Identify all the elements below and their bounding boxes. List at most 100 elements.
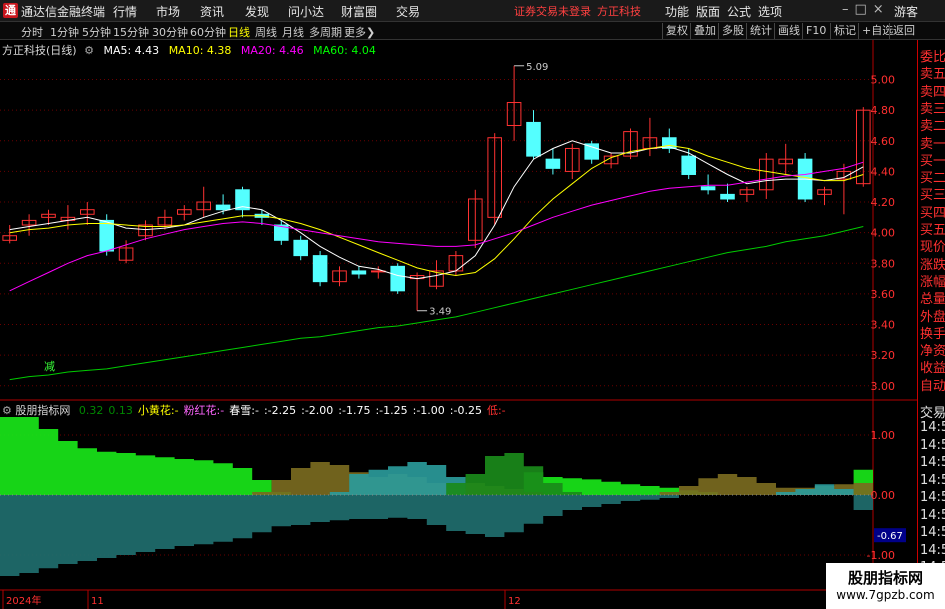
indicator-value: 小黄花:-	[137, 404, 179, 417]
period-30min[interactable]: 30分钟	[152, 24, 188, 40]
side-item[interactable]: 买二	[920, 167, 945, 186]
side-item[interactable]: 涨跌	[920, 254, 945, 273]
tool-f10[interactable]: F10	[802, 23, 829, 39]
side-item[interactable]: 卖五	[920, 63, 945, 82]
period-5min[interactable]: 5分钟	[82, 24, 111, 40]
menu-quotes[interactable]: 行情	[113, 3, 137, 20]
settings-icon[interactable]: ⚙	[2, 404, 12, 417]
tool-overlay[interactable]: 叠加	[690, 23, 719, 39]
period-multi[interactable]: 多周期	[309, 24, 342, 40]
side-item[interactable]: 总量	[920, 288, 945, 307]
side-item[interactable]: 卖二	[920, 115, 945, 134]
price-tick-label: 3.20	[871, 349, 896, 362]
indicator-tick-label: -1.00	[867, 549, 895, 562]
menu-options[interactable]: 选项	[758, 3, 782, 20]
indicator-value: :-1.75	[338, 404, 371, 417]
side-item[interactable]: 涨幅	[920, 271, 945, 290]
indicator-value: :-1.00	[412, 404, 445, 417]
minimize-icon[interactable]: –	[842, 2, 849, 17]
indicator-name: 股朋指标网	[15, 404, 71, 417]
close-icon[interactable]: ×	[873, 2, 884, 17]
side-item[interactable]: 14:56	[920, 455, 945, 470]
side-item[interactable]: 净资	[920, 340, 945, 359]
maximize-icon[interactable]: □	[855, 2, 867, 17]
menu-assistant[interactable]: 问小达	[288, 3, 324, 20]
indicator-value: :-1.25	[375, 404, 408, 417]
side-item[interactable]: 14:56	[920, 543, 945, 558]
quote-side-panel: 委比 卖五 卖四 卖三 卖二 卖一 买一 买二 买三 买四 买五 现价 涨跌 涨幅 总量 外盘 换手 净资 收益 自动…	[917, 40, 945, 609]
candle-body	[351, 270, 367, 275]
period-15min[interactable]: 15分钟	[113, 24, 149, 40]
candle-body	[681, 155, 696, 175]
side-item[interactable]: 14:56	[920, 473, 945, 488]
candle-body	[312, 255, 328, 283]
side-item[interactable]: 卖三	[920, 98, 945, 117]
settings-icon[interactable]: ⚙	[84, 44, 94, 57]
watermark-title: 股朋指标网	[847, 569, 923, 587]
indicator-value: 粉红花:-	[183, 404, 225, 417]
ma60-label: MA60: 4.04	[313, 44, 376, 57]
indicator-area-teal-bottom	[0, 495, 873, 576]
watermark: 股朋指标网 www.7gpzb.com	[826, 563, 945, 609]
tool-back[interactable]: 返回	[889, 23, 918, 39]
indicator-header: ⚙ 股朋指标网 0.32 0.13 小黄花:- 粉红花:- 春雪:-:-2.25:-2.…	[2, 402, 506, 418]
period-monthly[interactable]: 月线	[282, 24, 304, 40]
side-item[interactable]: 自动	[920, 375, 945, 394]
candle-body	[545, 158, 561, 169]
side-item[interactable]: 14:56	[920, 508, 945, 523]
side-item[interactable]: 买四	[920, 202, 945, 221]
indicator-value: :-2.25	[263, 404, 297, 417]
ma-line-ma10	[9, 144, 864, 277]
candle-body	[293, 239, 308, 257]
indicator-values: 0.32 0.13 小黄花:- 粉红花:- 春雪:-:-2.25:-2.00:-1.75…	[74, 404, 506, 417]
period-60min[interactable]: 60分钟	[190, 24, 226, 40]
period-daily[interactable]: 日线	[228, 24, 250, 40]
tool-stats[interactable]: 统计	[746, 23, 775, 39]
tool-mark[interactable]: 标记	[830, 23, 859, 39]
side-item[interactable]: 收益	[920, 357, 945, 376]
menu-formula[interactable]: 公式	[727, 3, 751, 20]
side-item[interactable]: 买五	[920, 219, 945, 238]
side-item[interactable]: 交易	[920, 402, 945, 421]
menu-trade[interactable]: 交易	[396, 3, 420, 20]
tool-adjust[interactable]: 复权	[662, 23, 691, 39]
indicator-value: 春雪:-	[229, 404, 259, 417]
side-item[interactable]: 买一	[920, 150, 945, 169]
side-item[interactable]: 外盘	[920, 306, 945, 325]
menu-function[interactable]: 功能	[665, 3, 689, 20]
side-item[interactable]: 换手	[920, 323, 945, 342]
chart-canvas[interactable]: 5.09 3.49 减 5.00 4.80 4.60 4.40 4.20 4.00 3.80 3.…	[0, 40, 917, 609]
side-item[interactable]: 14:56	[920, 490, 945, 505]
menu-layout[interactable]: 版面	[696, 3, 720, 20]
side-item[interactable]: 买三	[920, 184, 945, 203]
side-item[interactable]: 14:56	[920, 525, 945, 540]
login-notice[interactable]: 证券交易未登录 方正科技	[514, 3, 641, 19]
side-item[interactable]: 现价	[920, 236, 945, 255]
watermark-url: www.7gpzb.com	[836, 588, 935, 602]
indicator-value: 0.13	[108, 404, 133, 417]
current-value-label: -0.67	[877, 531, 903, 542]
side-item[interactable]: 卖一	[920, 133, 945, 152]
price-tick-label: 3.40	[871, 319, 896, 332]
price-pane: 5.09 3.49 减	[2, 62, 871, 381]
indicator-pane	[0, 417, 873, 576]
period-more[interactable]: 更多❯	[344, 24, 375, 40]
side-item[interactable]: 委比	[920, 46, 945, 65]
ma10-label: MA10: 4.38	[168, 44, 232, 57]
menu-discover[interactable]: 发现	[245, 3, 269, 20]
ma-line-ma60	[9, 226, 864, 381]
menu-market[interactable]: 市场	[156, 3, 180, 20]
price-tick-label: 3.80	[871, 257, 896, 270]
side-item[interactable]: 14:56	[920, 438, 945, 453]
candle-body	[720, 193, 735, 200]
tool-multistock[interactable]: 多股	[718, 23, 747, 39]
period-weekly[interactable]: 周线	[255, 24, 277, 40]
side-item[interactable]: 14:56	[920, 420, 945, 435]
period-1min[interactable]: 1分钟	[50, 24, 79, 40]
menu-news[interactable]: 资讯	[200, 3, 224, 20]
tool-draw[interactable]: 画线	[774, 23, 803, 39]
guest-label[interactable]: 游客	[894, 3, 918, 20]
period-intraday[interactable]: 分时	[21, 24, 43, 40]
side-item[interactable]: 卖四	[920, 81, 945, 100]
menu-wealth[interactable]: 财富圈	[341, 3, 377, 20]
